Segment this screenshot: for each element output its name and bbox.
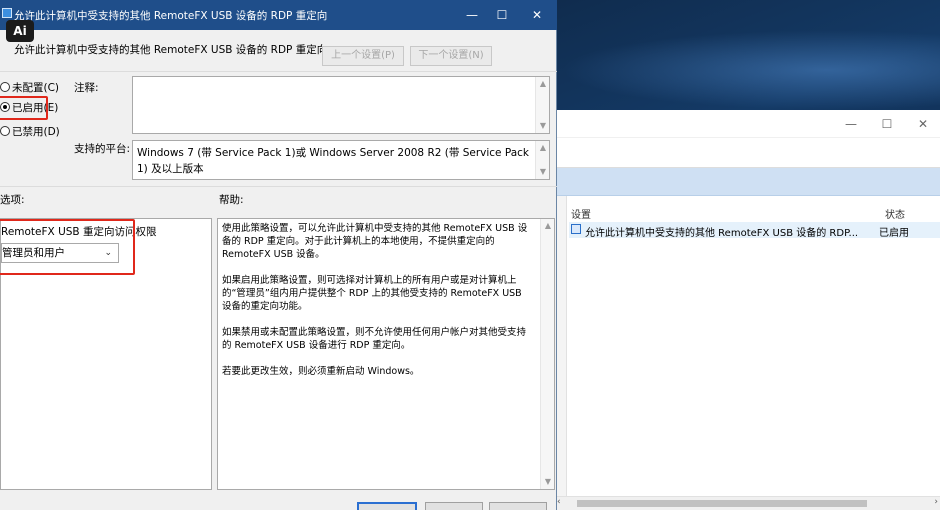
help-paragraph: 如果禁用或未配置此策略设置，则不允许使用任何用户帐户对其他受支持的 Remote… — [222, 327, 527, 351]
policy-header: 允许此计算机中受支持的其他 RemoteFX USB 设备的 RDP 重定向 上… — [0, 34, 557, 72]
horizontal-scrollbar[interactable]: ‹ › — [555, 496, 940, 510]
column-header-setting[interactable]: 设置 — [571, 206, 591, 221]
policy-dialog[interactable]: 允许此计算机中受支持的其他 RemoteFX USB 设备的 RDP 重定向 —… — [0, 0, 557, 510]
help-paragraph: 若要此更改生效，则必须重新启动 Windows。 — [222, 366, 420, 377]
next-setting-button[interactable]: 下一个设置(N) — [410, 46, 492, 66]
radio-not-configured-indicator[interactable] — [0, 82, 10, 92]
comment-field[interactable]: ▲ ▼ — [132, 76, 550, 134]
list-header: 设置 状态 — [569, 202, 940, 222]
ok-button[interactable] — [357, 502, 417, 510]
enabled-highlight-box — [0, 96, 48, 120]
cancel-button[interactable] — [425, 502, 483, 510]
list-item-setting: 允许此计算机中受支持的其他 RemoteFX USB 设备的 RDP... — [585, 228, 859, 239]
policy-setting-icon — [571, 224, 581, 234]
list-item[interactable]: 允许此计算机中受支持的其他 RemoteFX USB 设备的 RDP... 已启… — [569, 222, 940, 239]
options-label: 选项: — [0, 194, 25, 206]
policy-name: 允许此计算机中受支持的其他 RemoteFX USB 设备的 RDP 重定向 — [14, 44, 328, 56]
comment-scrollbar[interactable]: ▲ ▼ — [535, 77, 549, 133]
maximize-icon[interactable]: ☐ — [869, 114, 905, 134]
scroll-down-icon[interactable]: ▼ — [536, 165, 550, 179]
background-window-titlebar: — ☐ ✕ — [555, 110, 940, 138]
scroll-down-icon[interactable]: ▼ — [541, 475, 555, 489]
radio-disabled[interactable]: 已禁用(D) — [0, 124, 60, 140]
close-icon[interactable]: ✕ — [522, 5, 552, 25]
scroll-up-icon[interactable]: ▲ — [536, 77, 550, 91]
scroll-left-icon[interactable]: ‹ — [557, 497, 561, 507]
dialog-titlebar: 允许此计算机中受支持的其他 RemoteFX USB 设备的 RDP 重定向 —… — [0, 0, 557, 30]
options-highlight-box — [0, 219, 135, 275]
scroll-right-icon[interactable]: › — [934, 497, 938, 507]
background-window-header-band — [555, 168, 940, 196]
platform-field: Windows 7 (带 Service Pack 1)或 Windows Se… — [132, 140, 550, 180]
scroll-thumb[interactable] — [577, 500, 867, 507]
help-scrollbar[interactable]: ▲ ▼ — [540, 219, 554, 489]
desktop-glow — [560, 30, 940, 110]
minimize-icon[interactable]: — — [457, 5, 487, 25]
close-icon[interactable]: ✕ — [905, 114, 940, 134]
radio-not-configured-label: 未配置(C) — [12, 82, 60, 94]
platform-text: Windows 7 (带 Service Pack 1)或 Windows Se… — [137, 147, 529, 175]
apply-button[interactable] — [489, 502, 547, 510]
section-divider — [0, 186, 557, 187]
policy-app-icon — [2, 8, 12, 18]
help-label: 帮助: — [219, 194, 244, 206]
radio-disabled-label: 已禁用(D) — [12, 126, 60, 138]
dialog-title: 允许此计算机中受支持的其他 RemoteFX USB 设备的 RDP 重定向 — [14, 10, 328, 22]
radio-not-configured[interactable]: 未配置(C) — [0, 80, 59, 96]
help-paragraph: 如果启用此策略设置，则可选择对计算机上的所有用户或是对计算机上的“管理员”组内用… — [222, 275, 522, 312]
background-window-list: 设置 状态 允许此计算机中受支持的其他 RemoteFX USB 设备的 RDP… — [555, 196, 940, 510]
list-item-state: 已启用 — [879, 228, 909, 239]
minimize-icon[interactable]: — — [833, 114, 869, 134]
scroll-down-icon[interactable]: ▼ — [536, 119, 550, 133]
maximize-icon[interactable]: ☐ — [487, 5, 517, 25]
radio-disabled-indicator[interactable] — [0, 126, 10, 136]
help-text: 使用此策略设置，可以允许此计算机中受支持的其他 RemoteFX USB 设备的… — [222, 222, 534, 391]
column-header-state[interactable]: 状态 — [885, 206, 905, 221]
background-window[interactable]: — ☐ ✕ 设置 状态 允许此计算机中受支持的其他 RemoteFX USB 设… — [555, 110, 940, 510]
scroll-up-icon[interactable]: ▲ — [541, 219, 555, 233]
help-panel: 使用此策略设置，可以允许此计算机中受支持的其他 RemoteFX USB 设备的… — [217, 218, 555, 490]
comment-label: 注释: — [74, 82, 99, 94]
platform-label: 支持的平台: — [74, 143, 131, 155]
platform-scrollbar[interactable]: ▲ ▼ — [535, 141, 549, 179]
background-window-toolbar — [555, 138, 940, 168]
previous-setting-button[interactable]: 上一个设置(P) — [322, 46, 404, 66]
help-paragraph: 使用此策略设置，可以允许此计算机中受支持的其他 RemoteFX USB 设备的… — [222, 223, 528, 260]
scroll-up-icon[interactable]: ▲ — [536, 141, 550, 155]
